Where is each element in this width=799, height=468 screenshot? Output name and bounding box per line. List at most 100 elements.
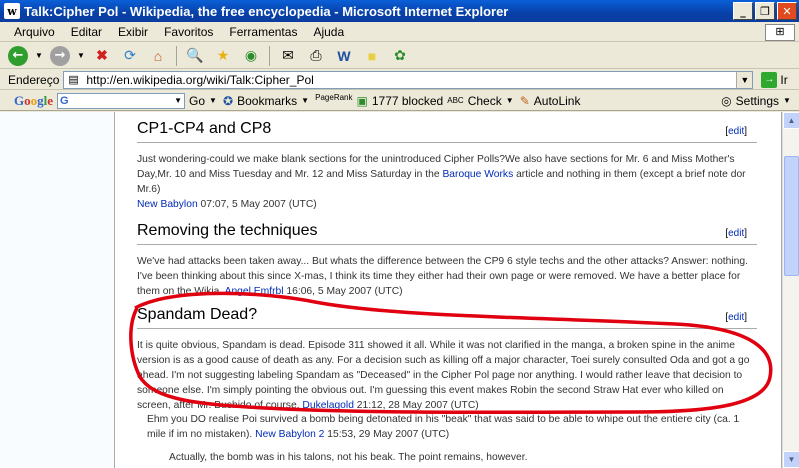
media-button[interactable]: ◉ — [239, 45, 263, 67]
scroll-up-icon[interactable]: ▲ — [783, 112, 799, 129]
spellcheck-icon: ABC — [447, 96, 464, 105]
chevron-down-icon[interactable]: ▼ — [783, 96, 793, 105]
minimize-button[interactable]: _ — [733, 2, 753, 20]
stop-button[interactable]: ✖ — [90, 45, 114, 67]
section-heading: Spandam Dead? [edit] — [137, 306, 757, 329]
menu-ajuda[interactable]: Ajuda — [305, 25, 352, 39]
article-link[interactable]: Baroque Works — [442, 169, 513, 180]
menu-exibir[interactable]: Exibir — [110, 25, 156, 39]
pagerank-label[interactable]: PageRank — [315, 93, 352, 102]
media-icon: ◉ — [244, 47, 258, 63]
title-bar: w Talk:Cipher Pol - Wikipedia, the free … — [0, 0, 799, 22]
windows-logo-icon: ⊞ — [765, 24, 795, 41]
forward-arrow-icon: → — [50, 45, 70, 66]
home-button[interactable]: ⌂ — [146, 45, 170, 67]
go-arrow-icon: → — [761, 71, 778, 88]
chevron-down-icon[interactable]: ▼ — [301, 96, 311, 105]
section-heading: Removing the techniques [edit] — [137, 222, 757, 245]
menu-arquivo[interactable]: Arquivo — [0, 25, 63, 39]
edit-link-text[interactable]: edit — [728, 126, 744, 137]
close-button[interactable]: ✕ — [777, 2, 797, 20]
search-button[interactable]: 🔍 — [183, 45, 207, 67]
menu-ferramentas[interactable]: Ferramentas — [221, 25, 305, 39]
logo-letter: e — [47, 92, 54, 108]
toolbar-separator — [176, 45, 177, 66]
back-button[interactable]: ← — [6, 45, 30, 67]
window-controls: _ ❐ ✕ — [733, 2, 797, 20]
popup-blocked-count[interactable]: 1777 blocked — [372, 94, 443, 108]
bookmarks-button[interactable]: Bookmarks — [237, 94, 297, 108]
check-button[interactable]: Check — [468, 94, 502, 108]
edit-link[interactable]: [edit] — [725, 228, 747, 239]
print-button[interactable]: ⎙ — [304, 45, 328, 67]
edit-button[interactable]: W — [332, 45, 356, 67]
autolink-button[interactable]: AutoLink — [534, 94, 581, 108]
forward-dropdown-icon[interactable]: ▼ — [76, 45, 86, 67]
back-arrow-icon: ← — [8, 45, 28, 66]
messenger-icon: ✿ — [394, 47, 406, 63]
address-label: Endereço — [8, 72, 60, 87]
section-heading-text: CP1-CP4 and CP8 — [137, 120, 272, 137]
section-heading: CP1-CP4 and CP8 [edit] — [137, 120, 757, 143]
address-input[interactable]: ▤ http://en.wikipedia.org/wiki/Talk:Ciph… — [63, 70, 754, 89]
settings-icon: ◎ — [721, 93, 732, 108]
settings-button[interactable]: Settings — [736, 94, 779, 108]
menu-editar[interactable]: Editar — [63, 25, 110, 39]
scroll-down-icon[interactable]: ▼ — [783, 451, 799, 468]
address-dropdown-icon[interactable]: ▼ — [736, 71, 753, 88]
autolink-icon: ✎ — [519, 93, 530, 108]
google-search-value: G — [60, 94, 69, 107]
user-link[interactable]: New Babylon — [137, 199, 198, 210]
section-heading-text: Spandam Dead? — [137, 306, 258, 323]
back-dropdown-icon[interactable]: ▼ — [34, 45, 44, 67]
address-bar: Endereço ▤ http://en.wikipedia.org/wiki/… — [0, 70, 799, 90]
ie-icon: w — [4, 3, 20, 19]
refresh-button[interactable]: ⟳ — [118, 45, 142, 67]
google-search-input[interactable]: G ▼ — [57, 92, 186, 109]
edit-link-text[interactable]: edit — [728, 228, 744, 239]
comment-paragraph: Just wondering-could we make blank secti… — [137, 152, 757, 212]
edit-link[interactable]: [edit] — [725, 126, 747, 137]
sidebar — [0, 112, 114, 468]
word-icon: W — [337, 47, 351, 64]
page-icon: ▤ — [68, 73, 79, 86]
edit-link-text[interactable]: edit — [728, 312, 744, 323]
article-content: CP1-CP4 and CP8 [edit] Just wondering-cou… — [114, 112, 782, 468]
user-link[interactable]: New Babylon 2 — [255, 429, 324, 440]
menu-bar: Arquivo Editar Exibir Favoritos Ferramen… — [0, 22, 799, 42]
messenger-button[interactable]: ✿ — [388, 45, 412, 67]
discuss-button[interactable]: ■ — [360, 45, 384, 67]
logo-letter: G — [14, 92, 25, 108]
scroll-thumb[interactable] — [784, 156, 799, 276]
menu-favoritos[interactable]: Favoritos — [156, 25, 221, 39]
reply-text: Actually, the bomb was in his talons, no… — [169, 452, 528, 463]
google-go-button[interactable]: Go — [189, 94, 205, 108]
browser-viewport: CP1-CP4 and CP8 [edit] Just wondering-cou… — [0, 112, 799, 468]
go-label: Ir — [780, 72, 788, 87]
home-icon: ⌂ — [153, 47, 163, 64]
edit-link[interactable]: [edit] — [725, 312, 747, 323]
chevron-down-icon[interactable]: ▼ — [209, 96, 219, 105]
mail-button[interactable]: ✉ — [276, 45, 300, 67]
forward-button[interactable]: → — [48, 45, 72, 67]
user-link[interactable]: Angel Emfrbl — [225, 286, 284, 297]
comment-paragraph: We've had attacks been taken away... But… — [137, 254, 757, 299]
timestamp: 16:06, 5 May 2007 (UTC) — [283, 286, 403, 297]
timestamp: 21:12, 28 May 2007 (UTC) — [353, 400, 479, 411]
toolbar-separator — [269, 45, 270, 66]
favorites-button[interactable]: ★ — [211, 45, 235, 67]
timestamp: 15:53, 29 May 2007 (UTC) — [324, 429, 450, 440]
mail-icon: ✉ — [282, 47, 294, 63]
note-icon: ■ — [367, 47, 377, 64]
restore-button[interactable]: ❐ — [755, 2, 775, 20]
printer-icon: ⎙ — [310, 47, 322, 63]
chevron-down-icon[interactable]: ▼ — [174, 96, 184, 105]
bookmarks-icon: ✪ — [223, 93, 234, 108]
chevron-down-icon[interactable]: ▼ — [506, 96, 516, 105]
go-button[interactable]: → Ir — [761, 71, 788, 88]
vertical-scrollbar[interactable]: ▲ ▼ — [782, 112, 799, 468]
section-heading-text: Removing the techniques — [137, 222, 318, 239]
reply-paragraph: Ehm you DO realise Poi survived a bomb b… — [147, 412, 761, 442]
user-link[interactable]: Dukelagold — [302, 400, 354, 411]
google-logo[interactable]: Google — [0, 93, 53, 109]
